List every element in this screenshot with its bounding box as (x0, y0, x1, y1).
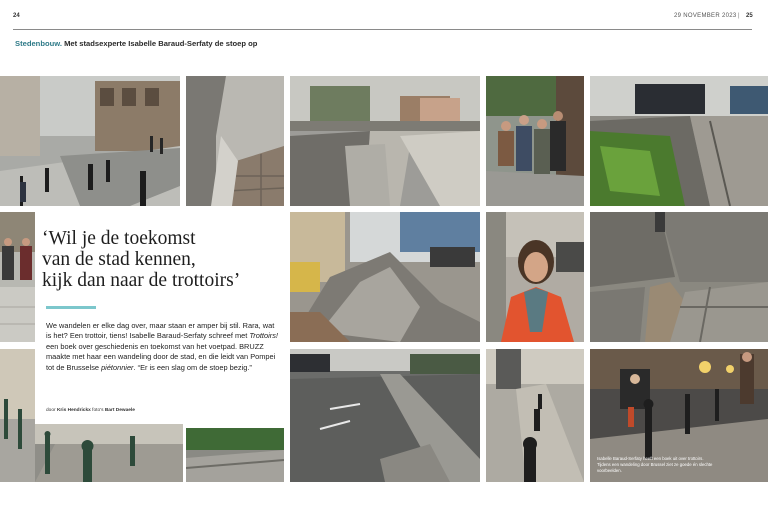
italic-word: piétonnier (101, 362, 134, 372)
byline: door Kris Hendrickx foto's Bart Dewaele (46, 408, 135, 413)
intro-part-1: We wandelen er elke dag over, maar staan… (46, 321, 275, 341)
section-heading: Stedenbouw. Met stadsexperte Isabelle Ba… (15, 39, 257, 48)
photo-planter-curb (186, 428, 284, 482)
byline-photos: foto's (92, 408, 104, 413)
date-separator: | (738, 13, 740, 19)
photo-cobblestone-planters (290, 76, 480, 206)
photo-caption: Isabelle Baraud-Serfaty heeft een boek u… (597, 456, 713, 473)
byline-photographer: Bart Dewaele (104, 408, 135, 413)
book-title: Trottoirs! (249, 331, 278, 341)
photo-curb-closeup (186, 76, 284, 206)
photo-street-bollards (0, 76, 180, 206)
article-headline: ‘Wil je de toekomst van de stad kennen, … (42, 228, 282, 291)
headline-line-1: ‘Wil je de toekomst (42, 228, 196, 249)
headline-line-2: van de stad kennen, (42, 249, 196, 270)
photo-broken-curb (590, 212, 768, 342)
headline-line-3: kijk dan naar de trottoirs’ (42, 270, 241, 291)
photo-walking-group (486, 76, 584, 206)
article-intro: We wandelen er elke dag over, maar staan… (46, 321, 278, 373)
section-description: Met stadsexperte Isabelle Baraud-Serfaty… (64, 39, 258, 48)
photo-pedestrians-edge (0, 212, 35, 342)
accent-rule (46, 306, 96, 309)
photo-portrait-isabelle (486, 212, 584, 342)
page-number-right: 25 (746, 13, 753, 19)
photo-weeds-curb (590, 76, 768, 206)
photo-cobblestone-pile (290, 212, 480, 342)
section-category: Stedenbouw. (15, 39, 62, 48)
header-rule (13, 29, 752, 30)
intro-part-3: . “Er is een slag om de stoep bezig.” (133, 362, 252, 372)
page-number-left: 24 (13, 13, 20, 19)
photo-bike-path (290, 349, 480, 482)
photo-bollard-edge (0, 349, 35, 482)
issue-date: 29 NOVEMBER 2023 (674, 13, 737, 19)
photo-bollard-row (486, 349, 584, 482)
byline-author: Kris Hendrickx (56, 408, 91, 413)
byline-by: door (46, 408, 56, 413)
photo-green-bollards (35, 424, 183, 482)
